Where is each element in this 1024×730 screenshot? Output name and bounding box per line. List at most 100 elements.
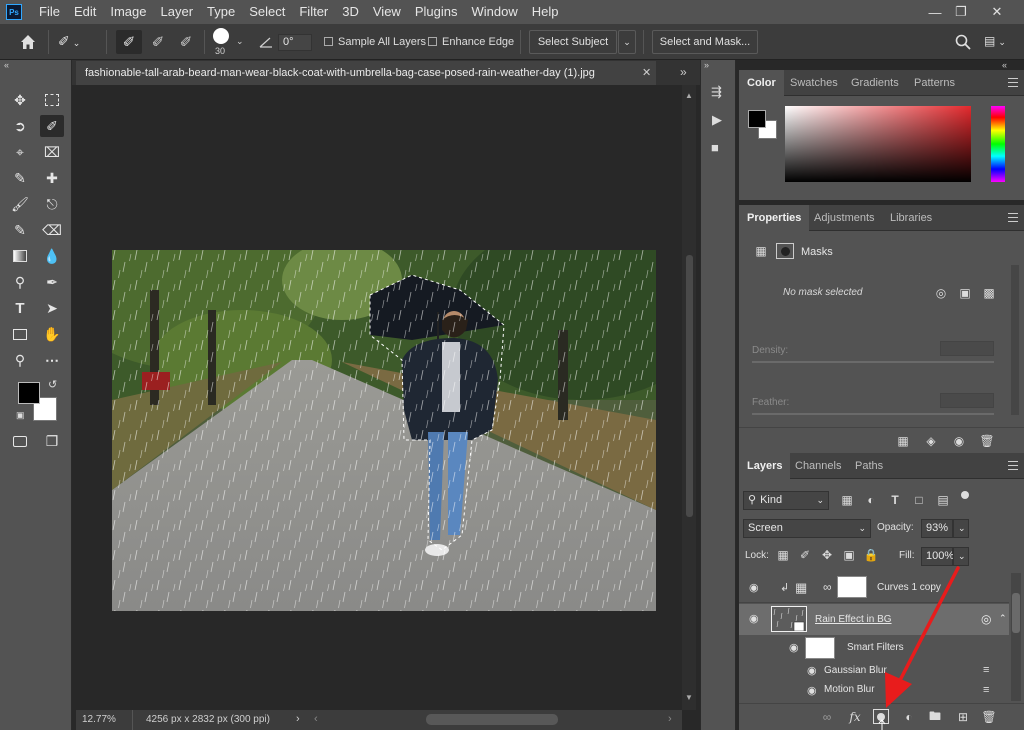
menu-select[interactable]: Select	[242, 0, 292, 24]
rectangle-tool-icon[interactable]	[8, 323, 32, 345]
scrollbar-thumb[interactable]	[1012, 593, 1020, 633]
quick-selection-tool-icon[interactable]: ✐	[40, 115, 64, 137]
menu-edit[interactable]: Edit	[67, 0, 103, 24]
menu-window[interactable]: Window	[464, 0, 524, 24]
panel-menu-icon[interactable]	[1008, 461, 1018, 470]
expand-collapse-icon[interactable]: ⌃	[999, 613, 1007, 624]
crop-tool-icon[interactable]: ⌖	[8, 141, 32, 163]
tab-swatches[interactable]: Swatches	[782, 70, 846, 96]
chevron-down-icon[interactable]: ⌄	[236, 36, 244, 47]
add-vector-mask-icon[interactable]: ▩	[981, 285, 997, 301]
angle-input[interactable]: 0°	[278, 34, 312, 51]
eye-icon[interactable]: ◉	[789, 643, 803, 654]
menu-3d[interactable]: 3D	[335, 0, 366, 24]
enhance-edge-checkbox[interactable]: Enhance Edge	[428, 36, 514, 48]
menu-help[interactable]: Help	[525, 0, 566, 24]
document-image[interactable]	[112, 250, 656, 611]
frame-tool-icon[interactable]: ⌧	[40, 141, 64, 163]
subtract-from-selection-brush-icon[interactable]: ✐	[174, 30, 198, 54]
smart-object-thumbnail[interactable]	[771, 606, 807, 632]
scroll-right-icon[interactable]: ›	[668, 713, 672, 725]
gradient-tool-icon[interactable]	[8, 245, 32, 267]
marquee-tool-icon[interactable]	[40, 89, 64, 111]
tab-overflow-icon[interactable]: »	[680, 65, 687, 79]
menu-filter[interactable]: Filter	[292, 0, 335, 24]
edit-toolbar-icon[interactable]: ⋯	[40, 349, 64, 371]
eye-icon[interactable]: ◉	[807, 666, 821, 677]
eye-icon[interactable]: ◉	[749, 614, 763, 625]
eye-icon[interactable]: ◉	[807, 686, 821, 697]
vector-mask-icon[interactable]	[776, 243, 794, 259]
history-panel-icon[interactable]: ⇶	[711, 84, 722, 100]
path-selection-tool-icon[interactable]: ➤	[40, 297, 64, 319]
comments-panel-icon[interactable]: ■	[711, 140, 719, 155]
vertical-scrollbar[interactable]: ▲ ▼	[682, 85, 696, 710]
search-icon[interactable]	[954, 33, 972, 51]
tab-color[interactable]: Color	[739, 70, 784, 96]
pixel-mask-icon[interactable]: ▦	[753, 243, 769, 259]
collapse-strip-icon[interactable]: »	[704, 60, 709, 70]
panel-menu-icon[interactable]	[1008, 213, 1018, 222]
document-tab[interactable]: fashionable-tall-arab-beard-man-wear-bla…	[76, 61, 656, 85]
close-icon[interactable]: ✕	[980, 0, 1014, 24]
menu-type[interactable]: Type	[200, 0, 242, 24]
scroll-down-icon[interactable]: ▼	[685, 693, 693, 702]
select-subject-dropdown-icon[interactable]: ⌄	[618, 30, 636, 54]
clone-stamp-tool-icon[interactable]: ⎋	[40, 193, 64, 215]
swap-colors-icon[interactable]: ↺	[48, 378, 57, 391]
lock-position-icon[interactable]: ✥	[819, 547, 835, 563]
foreground-color-swatch[interactable]	[18, 382, 40, 404]
type-tool-icon[interactable]: T	[8, 297, 32, 319]
blur-tool-icon[interactable]: 💧	[40, 245, 64, 267]
healing-brush-tool-icon[interactable]: ✚	[40, 167, 64, 189]
brush-tool-icon[interactable]: 🖌	[8, 193, 32, 215]
scroll-up-icon[interactable]: ▲	[685, 91, 693, 100]
visibility-icon[interactable]: ◉	[951, 433, 967, 449]
tab-adjustments[interactable]: Adjustments	[806, 205, 883, 231]
status-menu-icon[interactable]: ›	[296, 713, 300, 725]
blend-mode-dropdown[interactable]: Screen ⌄	[743, 519, 871, 538]
color-field[interactable]	[785, 106, 971, 182]
tab-layers[interactable]: Layers	[739, 453, 791, 479]
menu-plugins[interactable]: Plugins	[408, 0, 465, 24]
menu-layer[interactable]: Layer	[154, 0, 201, 24]
screen-mode-icon[interactable]: ❐	[40, 430, 64, 452]
trash-icon[interactable]: 🗑	[981, 709, 997, 725]
tab-paths[interactable]: Paths	[847, 453, 891, 479]
horizontal-scrollbar-thumb[interactable]	[426, 714, 558, 725]
filter-blending-options-icon[interactable]: ≡	[983, 684, 989, 696]
lock-image-pixels-icon[interactable]: ✐	[797, 547, 813, 563]
filter-blending-options-icon[interactable]: ≡	[983, 664, 989, 676]
link-icon[interactable]: ∞	[823, 580, 832, 594]
tab-channels[interactable]: Channels	[787, 453, 849, 479]
tab-properties[interactable]: Properties	[739, 205, 810, 231]
hand-tool-icon[interactable]: ✋	[40, 323, 64, 345]
dodge-tool-icon[interactable]: ⚲	[8, 271, 32, 293]
foreground-color-swatch[interactable]	[748, 110, 766, 128]
menu-view[interactable]: View	[366, 0, 408, 24]
eraser-tool-icon[interactable]: ⌫	[40, 219, 64, 241]
lasso-tool-icon[interactable]: ➲	[8, 115, 32, 137]
select-mask-icon[interactable]: ◎	[933, 285, 949, 301]
load-selection-icon[interactable]: ▦	[895, 433, 911, 449]
tab-patterns[interactable]: Patterns	[906, 70, 963, 96]
apply-mask-icon[interactable]: ◈	[923, 433, 939, 449]
select-and-mask-button[interactable]: Select and Mask...	[652, 30, 758, 54]
restore-icon[interactable]: ❐	[944, 0, 978, 24]
new-selection-brush-icon[interactable]: ✐	[116, 30, 142, 54]
add-to-selection-brush-icon[interactable]: ✐	[146, 30, 170, 54]
scrollbar-thumb[interactable]	[686, 255, 693, 517]
trash-icon[interactable]: 🗑	[979, 433, 995, 449]
panel-menu-icon[interactable]	[1008, 78, 1018, 87]
layers-scrollbar[interactable]	[1011, 573, 1021, 701]
opacity-slider-toggle-icon[interactable]: ⌄	[953, 519, 969, 538]
smart-filter-mask-thumbnail[interactable]	[805, 637, 835, 659]
opacity-input[interactable]: 93%	[921, 519, 953, 538]
zoom-tool-icon[interactable]: ⚲	[8, 349, 32, 371]
history-brush-tool-icon[interactable]: ✎	[8, 219, 32, 241]
lock-transparent-pixels-icon[interactable]: ▦	[775, 547, 791, 563]
brush-size-icon[interactable]	[213, 28, 229, 44]
quick-mask-icon[interactable]	[8, 430, 32, 452]
filter-type-icon[interactable]: T	[887, 492, 903, 508]
properties-scrollbar[interactable]	[1011, 265, 1019, 415]
